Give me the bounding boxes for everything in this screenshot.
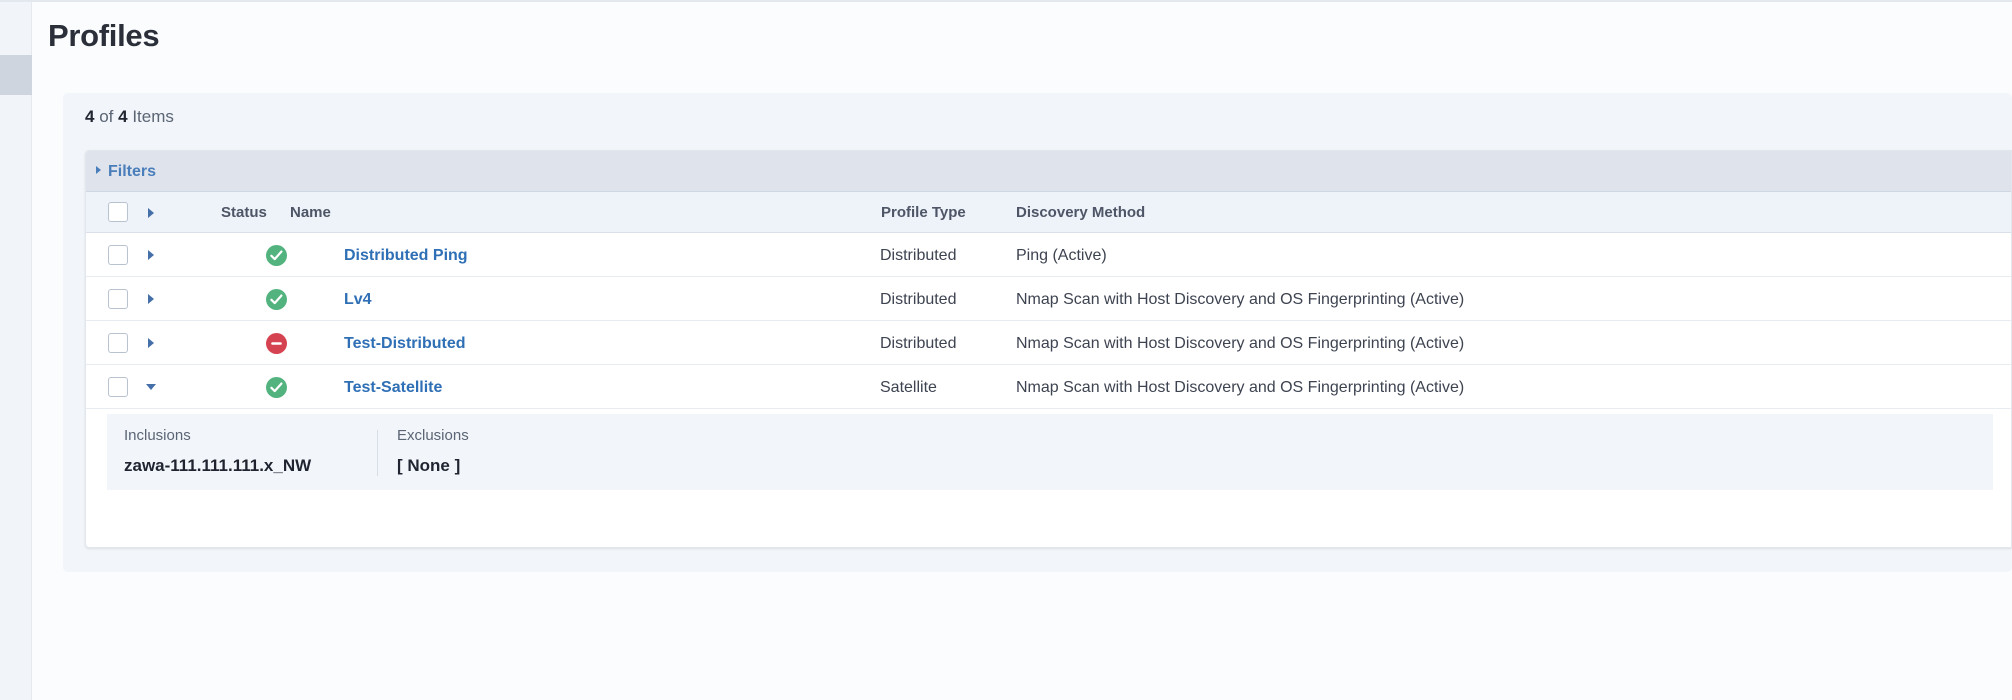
- item-count-of-word: of: [99, 107, 113, 126]
- profile-name-link[interactable]: Lv4: [344, 290, 372, 310]
- inclusions-block: Inclusions zawa-111.111.111.x_NW: [124, 426, 311, 477]
- row-select-checkbox[interactable]: [108, 333, 128, 353]
- profile-type-value: Distributed: [880, 246, 956, 266]
- page-title: Profiles: [48, 15, 159, 57]
- status-enabled-icon: [266, 245, 287, 266]
- status-enabled-icon: [266, 289, 287, 310]
- discovery-method-value: Nmap Scan with Host Discovery and OS Fin…: [1016, 378, 1464, 398]
- column-header-profile-type[interactable]: Profile Type: [881, 204, 966, 222]
- table-row[interactable]: Test-Distributed Distributed Nmap Scan wit…: [86, 321, 2011, 365]
- column-header-discovery-method[interactable]: Discovery Method: [1016, 204, 1145, 222]
- main-content: Profiles 4 of 4 Items Filters Status Nam…: [33, 2, 2012, 700]
- profile-type-value: Distributed: [880, 334, 956, 354]
- table-header-row: Status Name Profile Type Discovery Metho…: [86, 192, 2011, 233]
- filters-toggle-label[interactable]: Filters: [108, 162, 156, 182]
- profiles-table-card: Filters Status Name Profile Type Discove…: [85, 150, 2012, 548]
- item-count-items-word: Items: [132, 107, 174, 126]
- profiles-page: Profiles 4 of 4 Items Filters Status Nam…: [0, 0, 2012, 700]
- discovery-method-value: Nmap Scan with Host Discovery and OS Fin…: [1016, 290, 1464, 310]
- row-expand-chevron-icon[interactable]: [148, 294, 154, 304]
- profiles-panel: 4 of 4 Items Filters Status Name Profile…: [63, 93, 2012, 572]
- sidebar-item-active[interactable]: [0, 55, 32, 95]
- table-row[interactable]: Lv4 Distributed Nmap Scan with Host Discov…: [86, 277, 2011, 321]
- discovery-method-value: Ping (Active): [1016, 246, 1107, 266]
- inclusions-value: zawa-111.111.111.x_NW: [124, 455, 311, 477]
- select-all-checkbox[interactable]: [108, 202, 128, 222]
- profile-name-link[interactable]: Distributed Ping: [344, 246, 468, 266]
- left-nav-rail[interactable]: [0, 2, 32, 700]
- row-select-checkbox[interactable]: [108, 289, 128, 309]
- column-header-name[interactable]: Name: [290, 204, 331, 222]
- item-count-total: 4: [118, 107, 127, 126]
- expand-all-chevron-icon[interactable]: [148, 208, 154, 218]
- row-detail-inner: Inclusions zawa-111.111.111.x_NW Exclusion…: [107, 414, 1993, 490]
- exclusions-block: Exclusions [ None ]: [397, 426, 469, 477]
- exclusions-value: [ None ]: [397, 455, 469, 477]
- profile-name-link[interactable]: Test-Distributed: [344, 334, 465, 354]
- profile-name-link[interactable]: Test-Satellite: [344, 378, 442, 398]
- exclusions-label: Exclusions: [397, 426, 469, 446]
- table-row[interactable]: Distributed Ping Distributed Ping (Active): [86, 233, 2011, 277]
- filters-bar[interactable]: Filters: [86, 151, 2011, 192]
- row-expand-chevron-icon[interactable]: [148, 338, 154, 348]
- row-detail-panel: Inclusions zawa-111.111.111.x_NW Exclusion…: [86, 409, 2011, 495]
- row-collapse-chevron-icon[interactable]: [146, 384, 156, 390]
- profile-type-value: Satellite: [880, 378, 937, 398]
- profile-type-value: Distributed: [880, 290, 956, 310]
- row-expand-chevron-icon[interactable]: [148, 250, 154, 260]
- table-body: Distributed Ping Distributed Ping (Active)…: [86, 233, 2011, 495]
- inclusions-label: Inclusions: [124, 426, 311, 446]
- detail-column-divider: [377, 430, 378, 476]
- discovery-method-value: Nmap Scan with Host Discovery and OS Fin…: [1016, 334, 1464, 354]
- table-row[interactable]: Test-Satellite Satellite Nmap Scan with Ho…: [86, 365, 2011, 409]
- chevron-right-icon: [96, 166, 101, 174]
- row-select-checkbox[interactable]: [108, 377, 128, 397]
- status-enabled-icon: [266, 377, 287, 398]
- status-disabled-icon: [266, 333, 287, 354]
- item-count-summary: 4 of 4 Items: [85, 106, 174, 128]
- row-select-checkbox[interactable]: [108, 245, 128, 265]
- column-header-status[interactable]: Status: [221, 204, 267, 222]
